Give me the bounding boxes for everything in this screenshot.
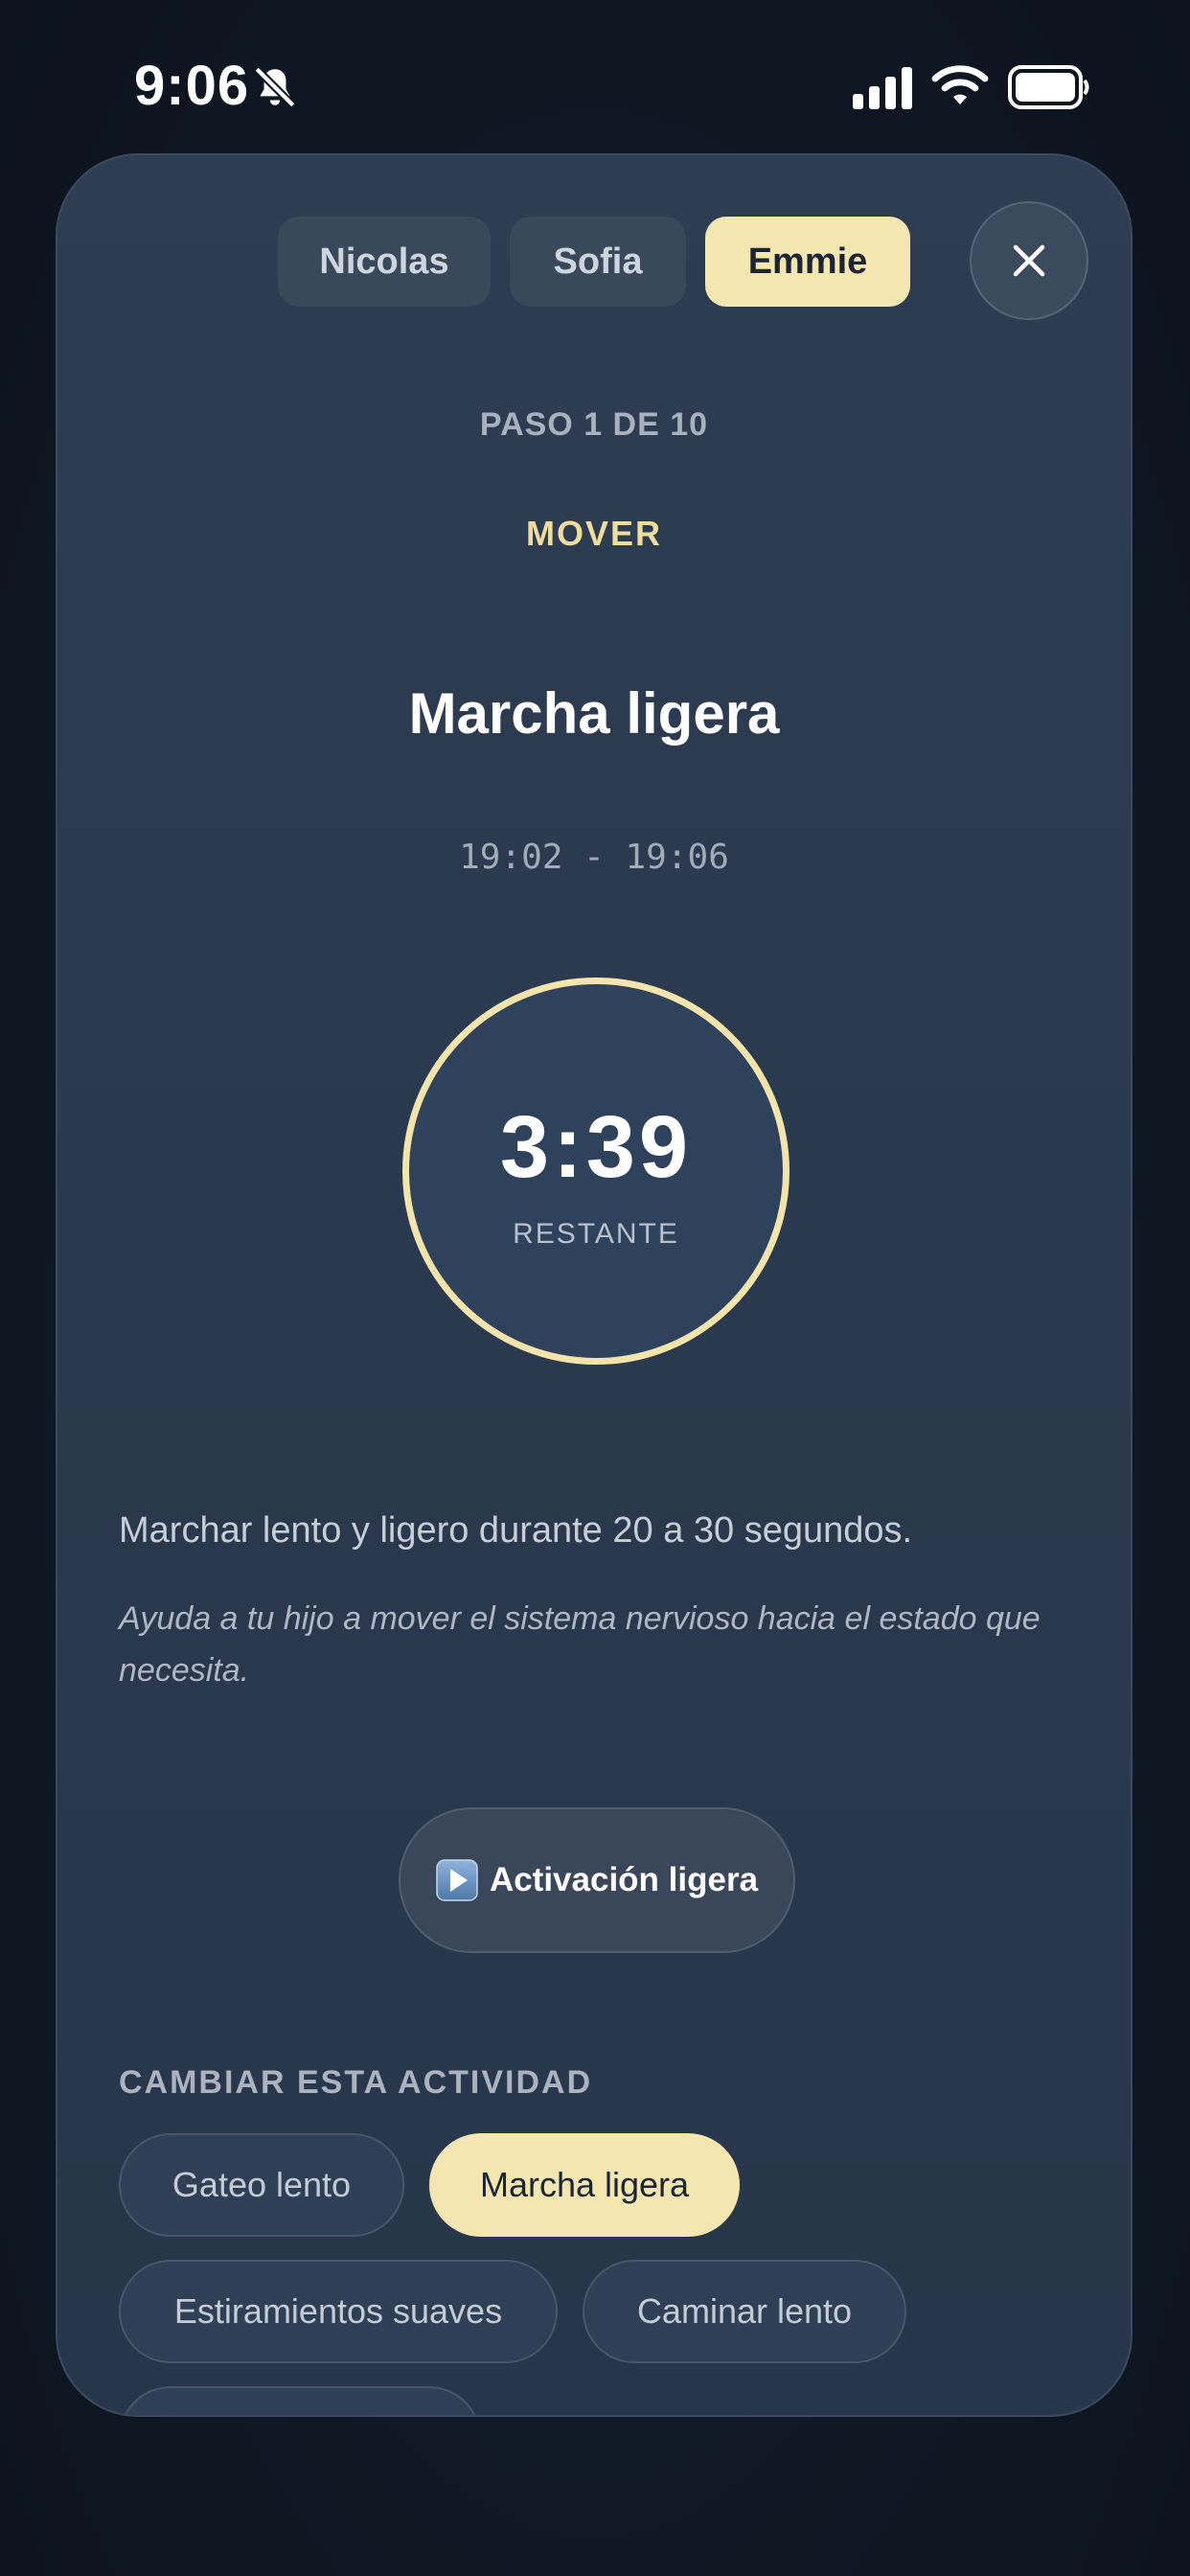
bell-slash-icon	[254, 66, 296, 108]
activity-description: Marchar lento y ligero durante 20 a 30 s…	[119, 1510, 913, 1551]
play-activation-button[interactable]: Activación ligera	[399, 1807, 795, 1953]
play-button-label: Activación ligera	[489, 1861, 759, 1898]
activity-option-caminar-lento[interactable]: Caminar lento	[583, 2260, 906, 2363]
signal-icon	[853, 67, 912, 109]
activity-option-gateo-lento[interactable]: Gateo lento	[119, 2133, 404, 2237]
wifi-icon	[931, 65, 989, 104]
timer-caption: RESTANTE	[513, 1218, 679, 1250]
timer-value: 3:39	[499, 1098, 693, 1196]
play-icon	[436, 1859, 478, 1901]
profile-tab-nicolas[interactable]: Nicolas	[278, 217, 491, 307]
profile-tab-emmie[interactable]: Emmie	[705, 217, 910, 307]
step-indicator: PASO 1 DE 10	[479, 406, 709, 443]
status-time: 9:06	[134, 55, 250, 117]
activity-title: Marcha ligera	[408, 681, 780, 746]
activity-category: MOVER	[525, 514, 662, 553]
activity-option-partial[interactable]	[119, 2386, 481, 2415]
activity-hint: Ayuda a tu hijo a mover el sistema nervi…	[119, 1600, 1041, 1689]
activity-sheet: Nicolas Sofia Emmie PASO 1 DE 10 MOVER M…	[56, 153, 1133, 2417]
profile-tabs: Nicolas Sofia Emmie	[278, 217, 910, 307]
activity-option-marcha-ligera[interactable]: Marcha ligera	[429, 2133, 740, 2237]
timer-circle: 3:39 RESTANTE	[402, 978, 790, 1365]
close-icon	[1013, 244, 1045, 277]
change-activity-title: CAMBIAR ESTA ACTIVIDAD	[119, 2064, 593, 2101]
status-bar: 9:06	[0, 0, 1190, 172]
close-button[interactable]	[970, 201, 1088, 320]
profile-tab-sofia[interactable]: Sofia	[510, 217, 686, 307]
battery-icon	[1008, 65, 1089, 109]
activity-option-estiramientos-suaves[interactable]: Estiramientos suaves	[119, 2260, 558, 2363]
activity-time-range: 19:02 - 19:06	[459, 838, 729, 877]
